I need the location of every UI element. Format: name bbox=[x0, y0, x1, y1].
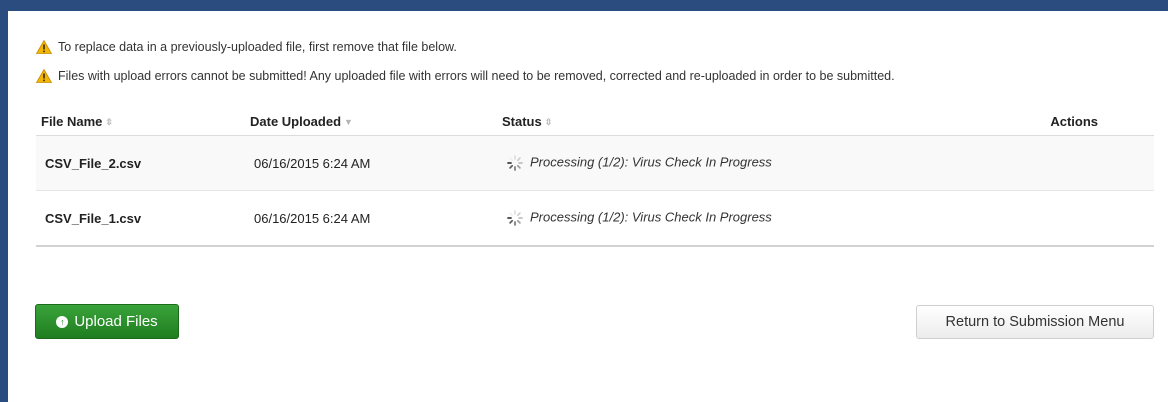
status-text: Processing (1/2): Virus Check In Progres… bbox=[530, 154, 772, 170]
table-row: CSV_File_1.csv 06/16/2015 6:24 AM Proces… bbox=[36, 190, 1154, 247]
file-name-cell: CSV_File_1.csv bbox=[36, 190, 245, 247]
actions-cell bbox=[967, 190, 1154, 247]
status-cell: Processing (1/2): Virus Check In Progres… bbox=[497, 190, 968, 247]
file-name-cell: CSV_File_2.csv bbox=[36, 135, 245, 191]
column-header-date-uploaded[interactable]: Date Uploaded ▼ bbox=[245, 107, 497, 136]
table-row: CSV_File_2.csv 06/16/2015 6:24 AM Proces… bbox=[36, 135, 1154, 191]
alert-replace-data: To replace data in a previously-uploaded… bbox=[36, 38, 1154, 56]
left-frame-bar bbox=[0, 0, 8, 402]
alert-text: Files with upload errors cannot be submi… bbox=[58, 69, 895, 83]
warning-icon bbox=[36, 69, 52, 83]
top-frame-bar bbox=[0, 0, 1168, 11]
table-header-row: File Name ⇳ Date Uploaded ▼ Status ⇳ Action… bbox=[36, 107, 1154, 136]
return-label: Return to Submission Menu bbox=[945, 314, 1125, 330]
return-to-submission-menu-button[interactable]: Return to Submission Menu bbox=[916, 305, 1154, 339]
alert-text: To replace data in a previously-uploaded… bbox=[58, 40, 457, 54]
column-header-status[interactable]: Status ⇳ bbox=[497, 107, 968, 136]
status-cell: Processing (1/2): Virus Check In Progres… bbox=[497, 135, 968, 191]
loading-spinner-icon bbox=[507, 155, 523, 171]
sort-both-icon: ⇳ bbox=[544, 116, 553, 127]
files-table: File Name ⇳ Date Uploaded ▼ Status ⇳ Action… bbox=[36, 107, 1154, 247]
upload-arrow-icon: ↑ bbox=[56, 315, 69, 328]
sort-desc-icon: ▼ bbox=[344, 116, 353, 127]
column-header-actions: Actions bbox=[967, 107, 1154, 136]
alert-upload-errors: Files with upload errors cannot be submi… bbox=[36, 67, 1154, 85]
date-uploaded-cell: 06/16/2015 6:24 AM bbox=[245, 190, 497, 247]
upload-files-label: Upload Files bbox=[74, 313, 158, 330]
main-content: To replace data in a previously-uploaded… bbox=[36, 11, 1154, 247]
loading-spinner-icon bbox=[507, 210, 523, 226]
upload-files-button[interactable]: ↑ Upload Files bbox=[35, 304, 179, 339]
status-text: Processing (1/2): Virus Check In Progres… bbox=[530, 209, 772, 225]
date-uploaded-cell: 06/16/2015 6:24 AM bbox=[245, 135, 497, 191]
actions-cell bbox=[967, 135, 1154, 191]
column-header-file-name[interactable]: File Name ⇳ bbox=[36, 107, 245, 136]
sort-both-icon: ⇳ bbox=[105, 116, 113, 127]
warning-icon bbox=[36, 40, 52, 54]
